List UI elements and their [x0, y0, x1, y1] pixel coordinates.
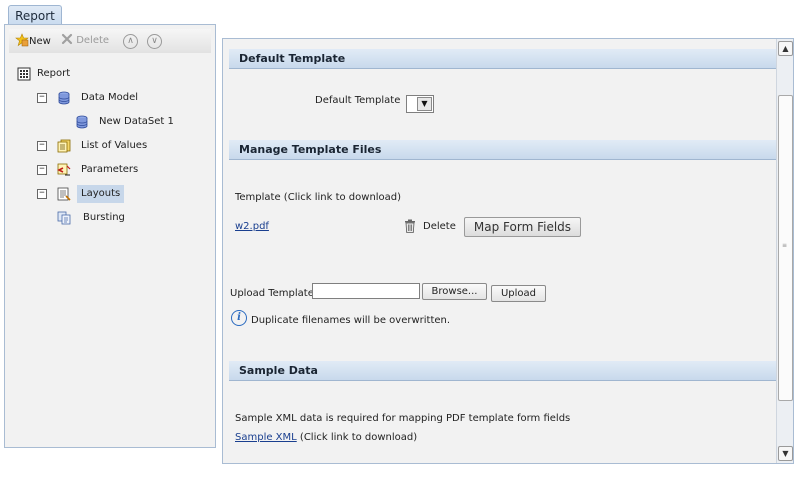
- manage-template-files-header: Manage Template Files: [229, 140, 777, 160]
- chevron-down-icon[interactable]: ▼: [417, 97, 432, 111]
- template-editor-panel: Default Template Default Template ▼ Mana…: [222, 38, 794, 464]
- template-list-label: Template (Click link to download): [235, 192, 402, 203]
- tree-label-list-of-values: List of Values: [81, 140, 148, 151]
- info-icon: i: [231, 310, 247, 326]
- vertical-scrollbar[interactable]: ▲ ≡ ▼: [776, 39, 793, 463]
- upload-template-label: Upload Template:: [230, 288, 318, 299]
- sample-xml-row: Sample XML (Click link to download): [235, 432, 417, 443]
- default-template-select[interactable]: ▼: [406, 95, 434, 113]
- scrollbar-thumb[interactable]: ≡: [778, 95, 793, 401]
- duplicate-filename-note: Duplicate filenames will be overwritten.: [251, 315, 451, 326]
- collapse-toggle[interactable]: −: [37, 165, 47, 175]
- tree-toolbar: New Delete ∧ ∨: [9, 29, 211, 53]
- database-icon: [58, 91, 70, 105]
- report-icon: [17, 67, 31, 81]
- sample-data-header: Sample Data: [229, 361, 777, 381]
- browse-button[interactable]: Browse...: [422, 283, 487, 300]
- tree-item-parameters[interactable]: − Parameters: [37, 161, 197, 179]
- sample-data-description: Sample XML data is required for mapping …: [235, 413, 571, 424]
- upload-file-input[interactable]: [312, 283, 420, 299]
- layouts-icon: [57, 187, 71, 201]
- sample-xml-link[interactable]: Sample XML: [235, 432, 297, 443]
- map-form-fields-button[interactable]: Map Form Fields: [464, 217, 581, 237]
- collapse-toggle[interactable]: −: [37, 189, 47, 199]
- scroll-up-arrow-icon[interactable]: ▲: [778, 41, 793, 56]
- new-label: New: [29, 36, 51, 47]
- new-button[interactable]: New: [15, 33, 51, 49]
- default-template-header: Default Template: [229, 49, 777, 69]
- tree-label-parameters: Parameters: [81, 164, 139, 175]
- parameters-icon: [57, 163, 71, 176]
- scroll-grip-icon: ≡: [782, 242, 788, 249]
- tree-item-new-dataset[interactable]: New DataSet 1: [75, 113, 205, 131]
- collapse-toggle[interactable]: −: [37, 141, 47, 151]
- delete-x-icon: [61, 33, 73, 45]
- report-tab[interactable]: Report: [8, 5, 62, 25]
- delete-template-link[interactable]: Delete: [423, 221, 456, 232]
- trash-icon[interactable]: [404, 219, 416, 233]
- upload-button[interactable]: Upload: [491, 285, 546, 302]
- template-file-link[interactable]: w2.pdf: [235, 221, 269, 232]
- default-template-label: Default Template: [315, 95, 401, 106]
- dataset-icon: [76, 115, 88, 129]
- move-up-button[interactable]: ∧: [123, 34, 138, 49]
- sample-xml-hint: (Click link to download): [299, 432, 418, 443]
- list-of-values-icon: [57, 139, 71, 153]
- tree-item-data-model[interactable]: − Data Model: [37, 89, 187, 107]
- tree-label-new-dataset: New DataSet 1: [99, 116, 174, 127]
- move-down-button[interactable]: ∨: [147, 34, 162, 49]
- delete-button[interactable]: Delete: [61, 33, 109, 49]
- tree-item-list-of-values[interactable]: − List of Values: [37, 137, 197, 155]
- delete-label: Delete: [76, 35, 110, 46]
- tree-label-layouts: Layouts: [77, 185, 125, 203]
- bursting-icon: [57, 211, 71, 225]
- scroll-down-arrow-icon[interactable]: ▼: [778, 446, 793, 461]
- tree-label-report: Report: [37, 68, 71, 79]
- tree-item-bursting[interactable]: Bursting: [57, 209, 197, 227]
- tree-item-layouts[interactable]: − Layouts: [37, 185, 197, 203]
- tree-label-bursting: Bursting: [83, 212, 125, 223]
- collapse-toggle[interactable]: −: [37, 93, 47, 103]
- new-icon: [15, 33, 29, 47]
- tree-label-data-model: Data Model: [81, 92, 139, 103]
- report-tree-panel: New Delete ∧ ∨ Report − Data Model New D…: [4, 24, 216, 448]
